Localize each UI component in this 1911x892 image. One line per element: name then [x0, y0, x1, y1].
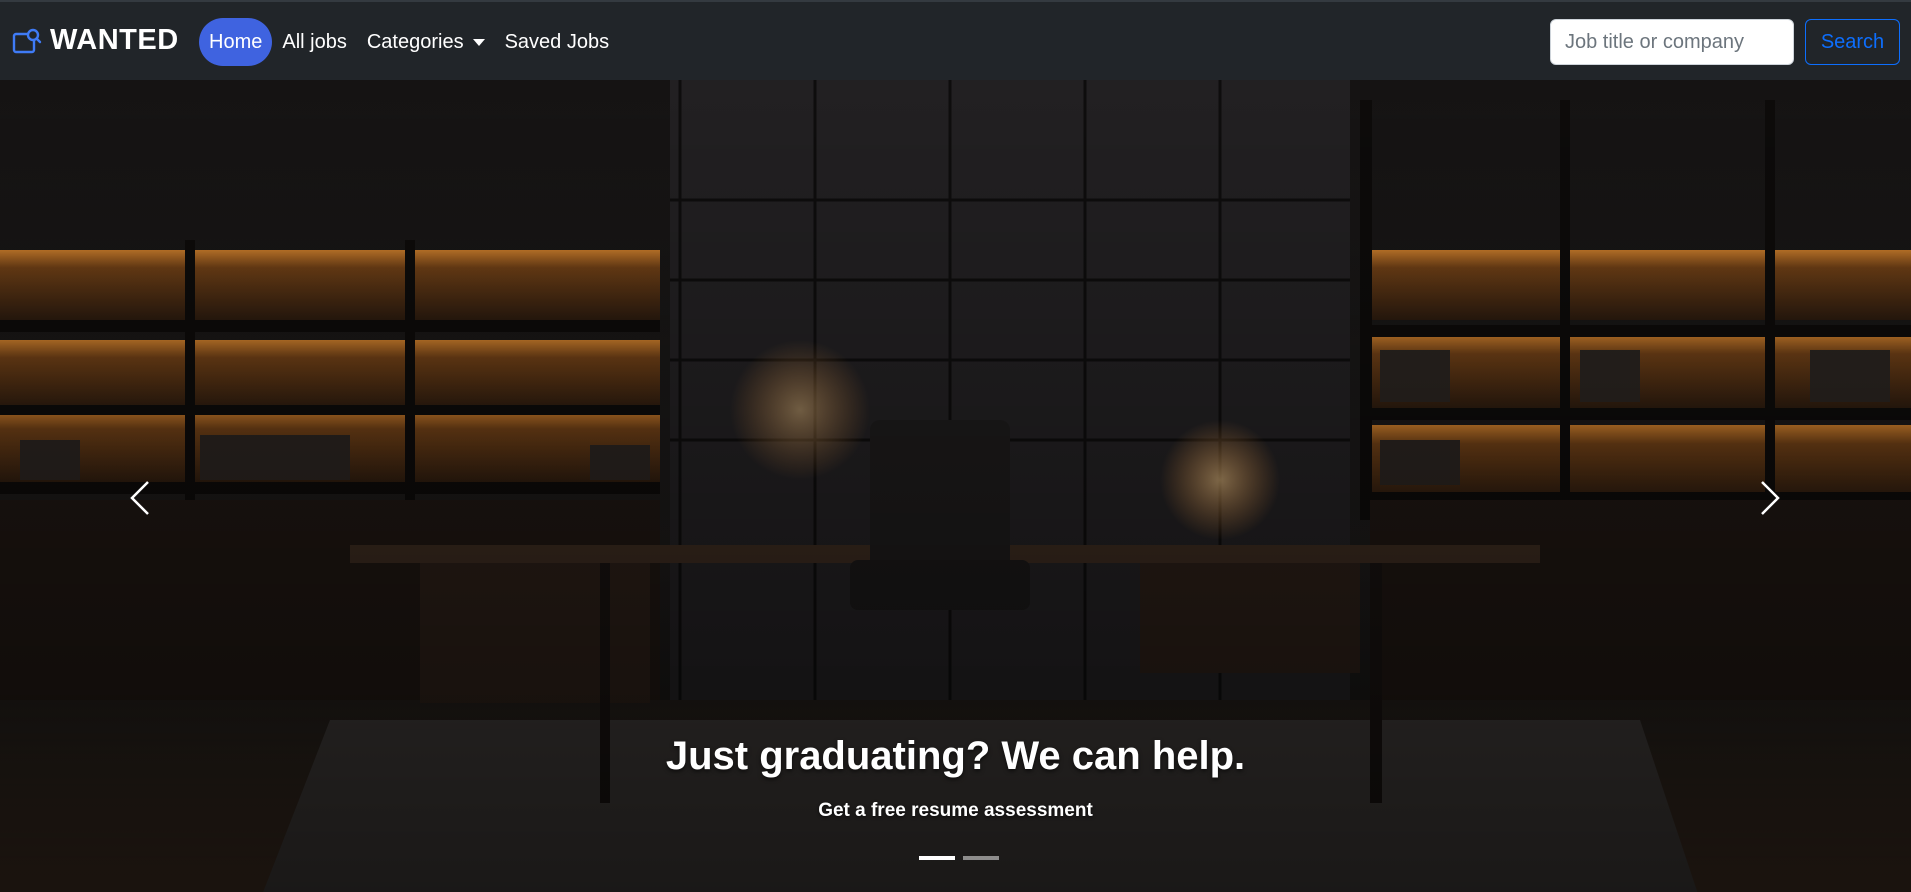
nav-home[interactable]: Home	[199, 18, 273, 66]
main-nav: Home All jobs Categories Saved Jobs	[199, 18, 619, 66]
chevron-right-icon	[1761, 481, 1780, 515]
carousel-indicator-2[interactable]	[963, 856, 999, 860]
carousel-indicators	[915, 856, 1003, 860]
search-button[interactable]: Search	[1805, 19, 1900, 65]
briefcase-search-icon	[12, 28, 42, 53]
chevron-left-icon	[130, 481, 149, 515]
nav-all-jobs[interactable]: All jobs	[272, 18, 356, 66]
brand[interactable]: WANTED	[12, 24, 179, 57]
carousel-next-button[interactable]	[1740, 458, 1800, 538]
hero-carousel: Just graduating? We can help. Get a free…	[0, 80, 1911, 892]
hero-subtitle: Get a free resume assessment	[818, 800, 1093, 821]
navbar: WANTED Home All jobs Categories Saved Jo…	[0, 0, 1911, 80]
carousel-indicator-1[interactable]	[919, 856, 955, 860]
nav-categories-dropdown[interactable]: Categories	[357, 18, 495, 66]
carousel-prev-button[interactable]	[110, 458, 170, 538]
nav-categories-label: Categories	[366, 31, 464, 53]
hero-title: Just graduating? We can help.	[665, 734, 1246, 778]
search-form: Search	[1550, 19, 1900, 65]
brand-name: WANTED	[50, 24, 179, 56]
search-input[interactable]	[1550, 19, 1794, 65]
nav-saved-jobs[interactable]: Saved Jobs	[495, 18, 620, 66]
caret-down-icon	[472, 38, 485, 46]
